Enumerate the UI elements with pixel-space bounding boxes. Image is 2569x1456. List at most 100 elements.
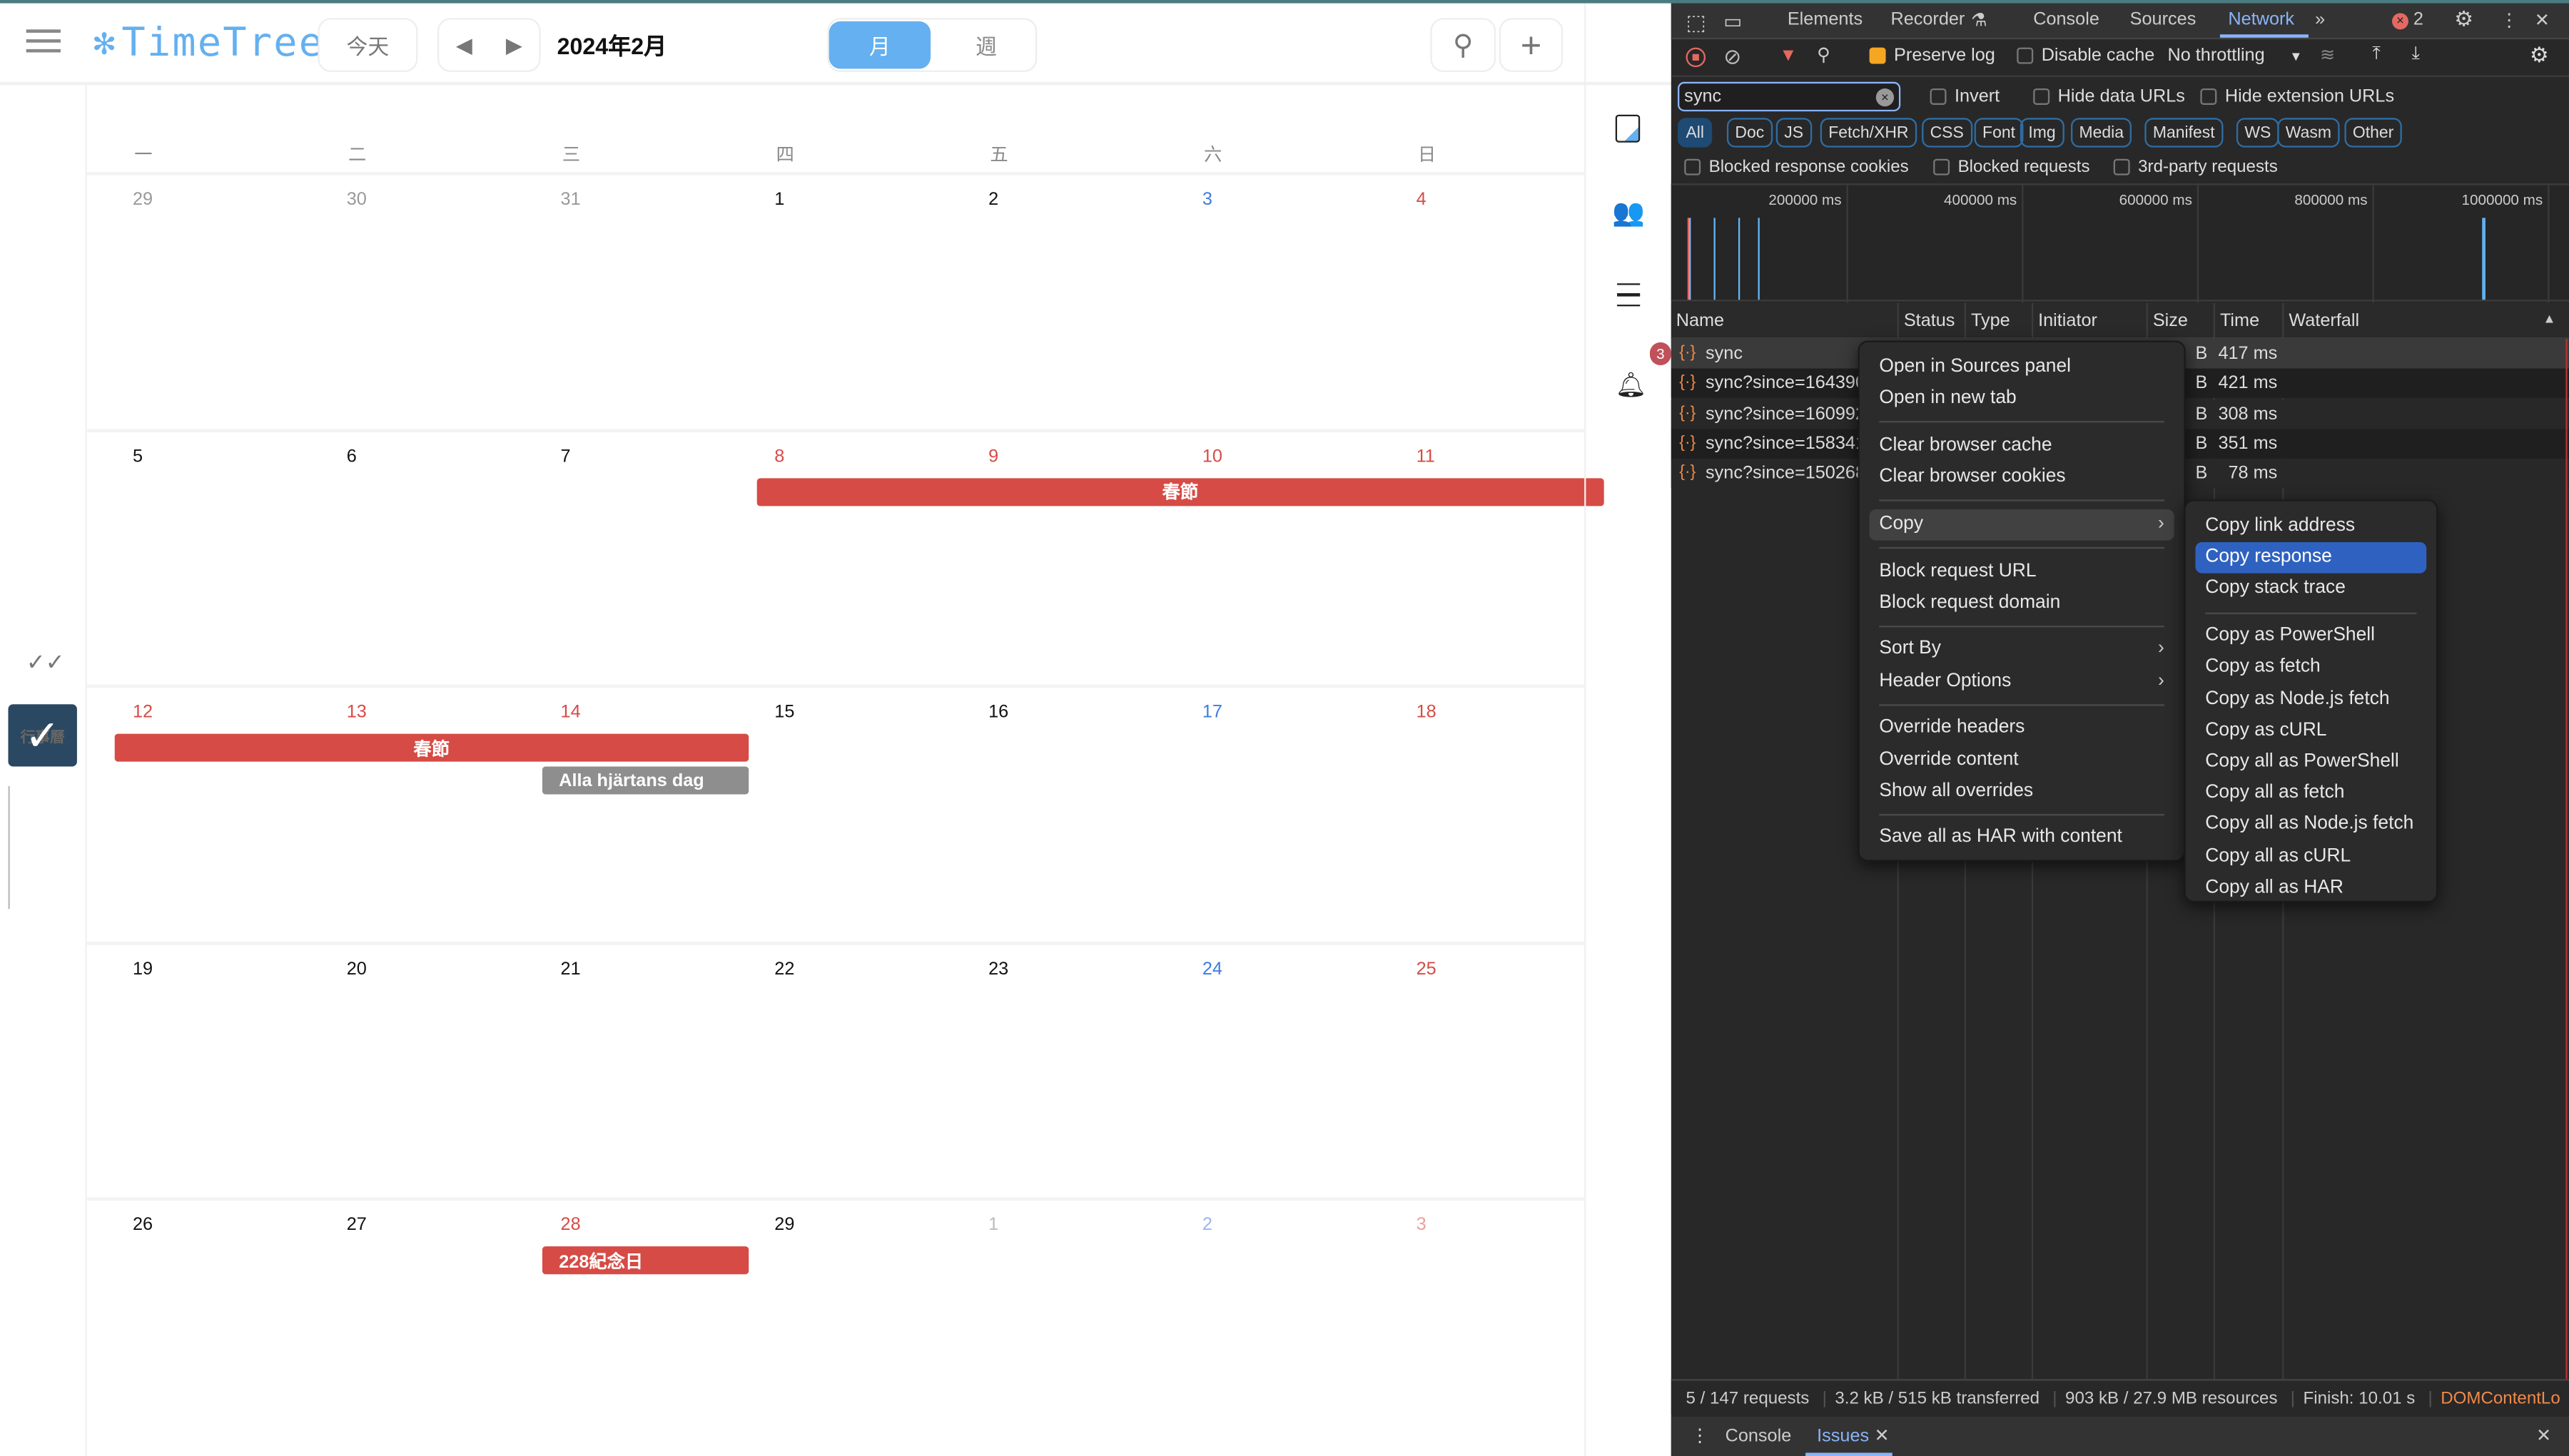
menu-item-copy-all-as-curl[interactable]: Copy all as cURL xyxy=(2196,841,2427,872)
day-number[interactable]: 29 xyxy=(133,190,153,210)
notification-bell-icon[interactable]: 🔔︎ xyxy=(1616,370,1647,399)
inspect-element-icon[interactable]: ⬚ xyxy=(1686,10,1706,36)
column-header-time[interactable]: Time xyxy=(2213,302,2259,340)
day-number[interactable]: 29 xyxy=(774,1216,794,1236)
filter-input[interactable]: sync × xyxy=(1678,81,1901,112)
day-number[interactable]: 17 xyxy=(1202,703,1222,723)
day-number[interactable]: 12 xyxy=(133,703,153,723)
drawer-menu-icon[interactable]: ⋮ xyxy=(1691,1417,1708,1456)
day-number[interactable]: 23 xyxy=(988,959,1008,979)
menu-item-copy-all-as-powershell[interactable]: Copy all as PowerShell xyxy=(2196,747,2427,778)
type-filter-font[interactable]: Font xyxy=(1974,118,2024,148)
menu-item-override-headers[interactable]: Override headers xyxy=(1870,713,2174,744)
day-number[interactable]: 31 xyxy=(561,190,581,210)
column-header-waterfall[interactable]: Waterfall xyxy=(2282,302,2359,340)
menu-item-save-all-as-har-with-content[interactable]: Save all as HAR with content xyxy=(1870,823,2174,854)
day-number[interactable]: 24 xyxy=(1202,959,1222,979)
day-number[interactable]: 16 xyxy=(988,703,1008,723)
memo-icon[interactable] xyxy=(1615,114,1641,143)
preserve-log-checkbox[interactable]: Preserve log xyxy=(1869,46,1995,66)
day-number[interactable]: 18 xyxy=(1417,703,1436,723)
menu-item-header-options[interactable]: Header Options › xyxy=(1870,666,2174,697)
double-check-icon[interactable]: ✓✓ xyxy=(26,648,65,676)
calendar-switch-button[interactable]: 行事曆 ✓ xyxy=(8,704,77,767)
invert-checkbox[interactable]: Invert xyxy=(1930,87,2000,106)
kebab-menu-icon[interactable]: ⋮ xyxy=(2500,10,2518,31)
day-number[interactable]: 4 xyxy=(1417,190,1427,210)
clear-icon[interactable]: ⊘ xyxy=(1723,44,1741,71)
network-settings-icon[interactable]: ⚙ xyxy=(2530,43,2549,69)
day-number[interactable]: 1 xyxy=(988,1216,998,1236)
day-number[interactable]: 11 xyxy=(1417,447,1435,467)
type-filter-manifest[interactable]: Manifest xyxy=(2144,118,2224,148)
menu-item-copy-all-as-fetch[interactable]: Copy all as fetch xyxy=(2196,778,2427,810)
tab-console[interactable]: Console xyxy=(2033,10,2099,30)
tab-elements[interactable]: Elements xyxy=(1788,10,1863,30)
record-stop-icon[interactable] xyxy=(1686,47,1706,68)
day-number[interactable]: 3 xyxy=(1417,1216,1427,1236)
day-number[interactable]: 10 xyxy=(1202,447,1222,467)
calendar-event[interactable]: Alla hjärtans dag xyxy=(542,766,749,795)
day-number[interactable]: 2 xyxy=(1202,1216,1212,1236)
day-number[interactable]: 9 xyxy=(988,447,998,467)
day-number[interactable]: 21 xyxy=(561,959,581,979)
settings-gear-icon[interactable]: ⚙ xyxy=(2454,6,2473,33)
drawer-tab-issues[interactable]: Issues xyxy=(1817,1417,1869,1456)
sort-ascending-icon[interactable]: ▲ xyxy=(2543,311,2555,326)
day-number[interactable]: 6 xyxy=(347,447,357,467)
blocked-requests-checkbox[interactable]: Blocked requests xyxy=(1933,157,2090,177)
menu-item-clear-browser-cache[interactable]: Clear browser cache xyxy=(1870,431,2174,462)
day-number[interactable]: 15 xyxy=(774,703,794,723)
hide-extension-urls-checkbox[interactable]: Hide extension URLs xyxy=(2200,87,2394,106)
menu-item-sort-by[interactable]: Sort By › xyxy=(1870,634,2174,666)
search-button[interactable]: ⚲ xyxy=(1430,18,1496,73)
hamburger-menu-icon[interactable] xyxy=(26,29,61,53)
tab-sources[interactable]: Sources xyxy=(2130,10,2196,30)
column-header-name[interactable]: Name xyxy=(1671,303,1724,340)
close-drawer-icon[interactable]: ✕ xyxy=(2536,1417,2551,1456)
network-overview-timeline[interactable]: 200000 ms 400000 ms 600000 ms 800000 ms 1000… xyxy=(1671,183,2569,303)
day-number[interactable]: 2 xyxy=(988,190,998,210)
day-number[interactable]: 3 xyxy=(1202,190,1212,210)
filter-funnel-icon[interactable]: ▼ xyxy=(1779,46,1797,66)
drawer-tab-console[interactable]: Console xyxy=(1726,1417,1792,1456)
network-conditions-icon[interactable]: ≋ xyxy=(2320,44,2335,66)
tab-recorder[interactable]: Recorder xyxy=(1890,10,1965,30)
month-view-button[interactable]: 月 xyxy=(829,21,931,69)
day-number[interactable]: 14 xyxy=(561,703,581,723)
close-issues-tab-icon[interactable]: ✕ xyxy=(1875,1417,1890,1456)
menu-item-copy-response[interactable]: Copy response xyxy=(2195,542,2427,574)
calendar-event[interactable]: 春節 xyxy=(756,477,1604,506)
type-filter-wasm[interactable]: Wasm xyxy=(2277,118,2340,148)
close-devtools-icon[interactable]: ✕ xyxy=(2535,10,2550,31)
type-filter-ws[interactable]: WS xyxy=(2236,118,2279,148)
type-filter-fetchxhr[interactable]: Fetch/XHR xyxy=(1820,118,1917,148)
type-filter-all[interactable]: All xyxy=(1678,118,1713,148)
menu-item-copy-as-node-js-fetch[interactable]: Copy as Node.js fetch xyxy=(2196,684,2427,716)
members-icon[interactable]: 👥 xyxy=(1612,197,1645,230)
day-number[interactable]: 20 xyxy=(347,959,367,979)
today-button[interactable]: 今天 xyxy=(318,18,418,73)
menu-item-copy-as-powershell[interactable]: Copy as PowerShell xyxy=(2196,621,2427,652)
more-tabs-icon[interactable]: » xyxy=(2315,10,2325,30)
week-view-button[interactable]: 週 xyxy=(937,21,1035,69)
day-number[interactable]: 27 xyxy=(347,1216,367,1236)
menu-item-block-request-domain[interactable]: Block request domain xyxy=(1870,588,2174,619)
menu-item-copy-as-fetch[interactable]: Copy as fetch xyxy=(2196,652,2427,683)
menu-item-copy-link-address[interactable]: Copy link address xyxy=(2196,511,2427,542)
device-toolbar-icon[interactable]: ▭ xyxy=(1723,10,1742,33)
day-number[interactable]: 30 xyxy=(347,190,367,210)
blocked-response-cookies-checkbox[interactable]: Blocked response cookies xyxy=(1684,157,1909,177)
prev-month-icon[interactable]: ◀ xyxy=(456,32,472,58)
day-number[interactable]: 13 xyxy=(347,703,367,723)
calendar-event[interactable]: 228紀念日 xyxy=(542,1247,749,1276)
column-header-status[interactable]: Status xyxy=(1897,302,1955,340)
hide-data-urls-checkbox[interactable]: Hide data URLs xyxy=(2033,87,2185,106)
day-number[interactable]: 8 xyxy=(774,447,784,467)
third-party-requests-checkbox[interactable]: 3rd-party requests xyxy=(2113,157,2278,177)
disable-cache-checkbox[interactable]: Disable cache xyxy=(2017,46,2154,66)
clear-filter-icon[interactable]: × xyxy=(1875,88,1895,107)
search-icon[interactable]: ⚲ xyxy=(1817,44,1830,66)
menu-item-clear-browser-cookies[interactable]: Clear browser cookies xyxy=(1870,462,2174,494)
day-number[interactable]: 22 xyxy=(774,959,794,979)
